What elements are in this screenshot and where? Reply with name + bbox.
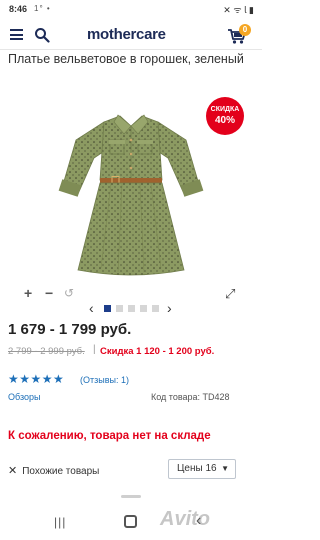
reviews-link[interactable]: (Отзывы: 1) [80, 375, 129, 385]
gallery-dot-5[interactable] [152, 305, 159, 312]
zoom-in-icon[interactable]: + [24, 285, 32, 301]
status-time: 8:46 [9, 4, 28, 14]
fullscreen-icon[interactable]: ⤢ [225, 286, 235, 302]
prices-dropdown-label: Цены 16 [177, 463, 217, 474]
chevron-down-icon: ▼ [221, 464, 229, 473]
status-left-icons: 1° • [34, 4, 51, 13]
brand-logo[interactable]: mothercare [87, 26, 166, 43]
discount-amount: Скидка 1 120 - 1 200 руб. [100, 346, 215, 357]
gallery-prev-arrow[interactable]: ‹ [89, 300, 94, 316]
product-sku: Код товара: TD428 [151, 392, 230, 402]
close-icon[interactable]: ✕ [8, 465, 17, 477]
home-icon[interactable] [124, 515, 137, 528]
zoom-out-icon[interactable]: − [45, 285, 53, 301]
gallery-dot-4[interactable] [140, 305, 147, 312]
current-price: 1 679 - 1 799 руб. [8, 321, 132, 338]
status-bar: 8:46 1° • ✕ ᯤ 𝗅 ▮ [0, 0, 262, 18]
out-of-stock-message: К сожалению, товара нет на складе [8, 430, 211, 442]
discount-badge-percent: 40% [214, 115, 235, 126]
gallery-dot-1[interactable] [104, 305, 111, 312]
gallery-next-arrow[interactable]: › [167, 300, 172, 316]
price-separator: | [93, 344, 96, 355]
similar-products-label: Похожие товары [22, 466, 100, 477]
cart-count-badge: 0 [239, 24, 251, 36]
rotate-icon[interactable]: ↺ [64, 286, 74, 300]
system-nav-bar: ||| Avito ‹ [0, 505, 262, 540]
back-icon[interactable]: ‹ [196, 512, 201, 530]
recent-apps-icon[interactable]: ||| [54, 515, 66, 529]
rating-stars: ★★★★★ [8, 372, 65, 386]
product-title: Платье вельветовое в горошек, зеленый [8, 52, 244, 66]
search-icon[interactable] [34, 27, 50, 43]
old-price: 2 799 - 2 999 руб. [8, 346, 85, 357]
gallery-pagination [104, 305, 164, 313]
overviews-link[interactable]: Обзоры [8, 392, 40, 402]
similar-products-bar: ✕ Похожие товары Цены 16 ▼ [8, 459, 254, 481]
gallery-dot-2[interactable] [116, 305, 123, 312]
product-image[interactable] [56, 110, 206, 282]
discount-badge-label: СКИДКА [210, 106, 240, 113]
discount-badge: СКИДКА 40% [206, 97, 244, 135]
avito-watermark: Avito [160, 508, 210, 530]
prices-dropdown[interactable]: Цены 16 ▼ [168, 459, 236, 479]
status-right-icons: ✕ ᯤ 𝗅 ▮ [223, 5, 254, 15]
similar-products-toggle[interactable]: ✕ Похожие товары [8, 464, 99, 477]
app-header: mothercare 0 [0, 20, 262, 50]
bottom-sheet-handle[interactable] [121, 495, 141, 498]
screen: 8:46 1° • ✕ ᯤ 𝗅 ▮ mothercare 0 Платье ве… [0, 0, 262, 540]
menu-icon[interactable] [10, 29, 23, 40]
gallery-dot-3[interactable] [128, 305, 135, 312]
